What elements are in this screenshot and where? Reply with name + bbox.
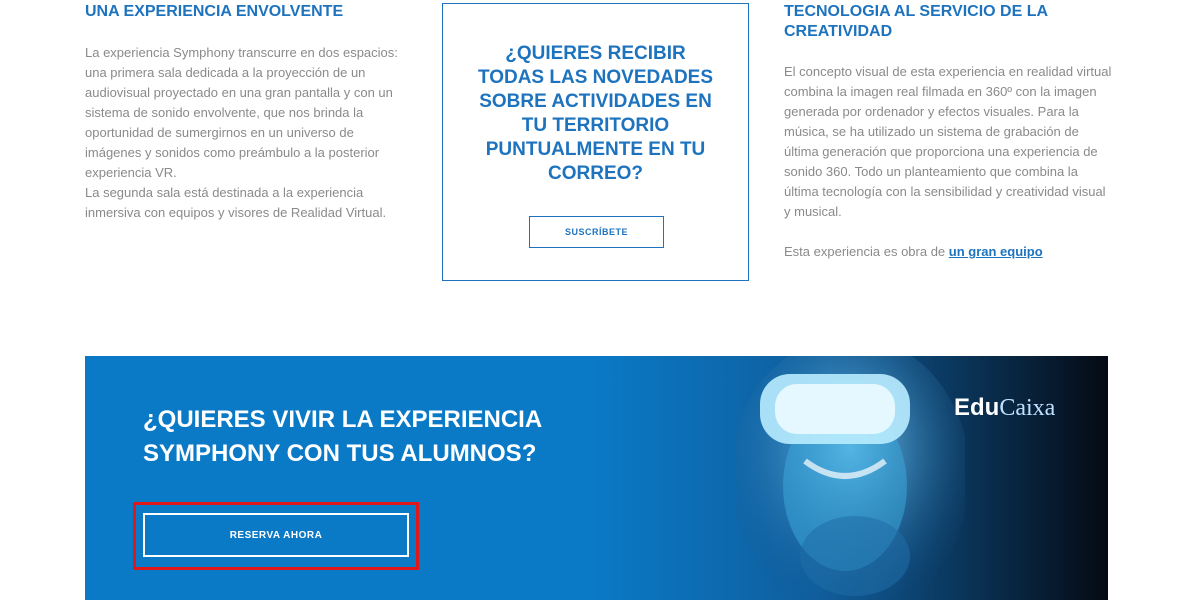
logo-edu: Edu bbox=[954, 394, 1000, 421]
newsletter-title: ¿QUIERES RECIBIR TODAS LAS NOVEDADES SOB… bbox=[477, 43, 714, 184]
section-heading: UNA EXPERIENCIA ENVOLVENTE bbox=[85, 3, 344, 20]
credit-line: Esta experiencia es obra de un gran equi… bbox=[784, 242, 1114, 262]
section-heading: TECNOLOGIA AL SERVICIO DE LA CREATIVIDAD bbox=[784, 3, 1048, 40]
educaixa-logo: EduCaixa bbox=[954, 394, 1055, 422]
subscribe-button[interactable]: SUSCRÍBETE bbox=[529, 216, 664, 248]
credit-prefix: Esta experiencia es obra de bbox=[784, 244, 949, 259]
logo-caixa: Caixa bbox=[999, 395, 1056, 421]
experience-description: La experiencia Symphony transcurre en do… bbox=[85, 43, 410, 223]
team-link[interactable]: un gran equipo bbox=[949, 244, 1043, 259]
reserve-now-button[interactable]: RESERVA AHORA bbox=[143, 513, 409, 557]
experience-section: UNA EXPERIENCIA ENVOLVENTE La experienci… bbox=[85, 0, 410, 223]
experience-paragraph-1: La experiencia Symphony transcurre en do… bbox=[85, 45, 398, 180]
promo-banner: ¿QUIERES VIVIR LA EXPERIENCIA SYMPHONY C… bbox=[85, 356, 1108, 600]
experience-paragraph-2: La segunda sala está destinada a la expe… bbox=[85, 185, 387, 220]
vr-headset-child-image bbox=[735, 356, 965, 600]
technology-description: El concepto visual de esta experiencia e… bbox=[784, 64, 1112, 219]
technology-section: TECNOLOGIA AL SERVICIO DE LA CREATIVIDAD… bbox=[784, 0, 1114, 262]
newsletter-box: ¿QUIERES RECIBIR TODAS LAS NOVEDADES SOB… bbox=[442, 3, 749, 281]
banner-title: ¿QUIERES VIVIR LA EXPERIENCIA SYMPHONY C… bbox=[143, 406, 542, 467]
